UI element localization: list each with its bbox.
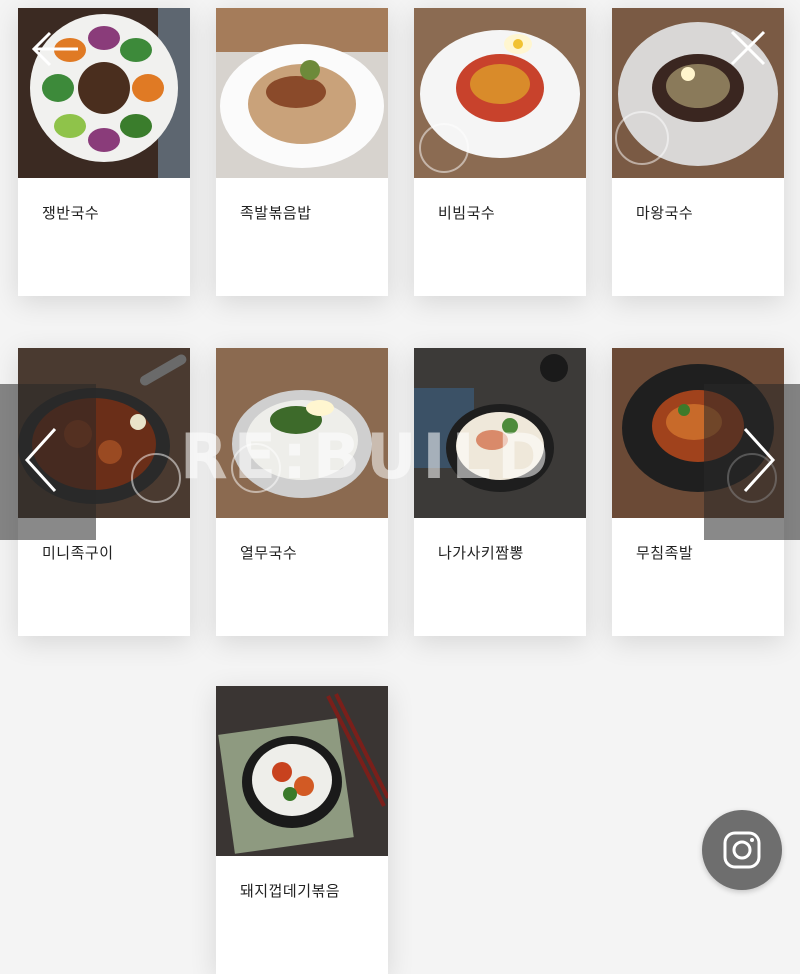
menu-item-name: 마왕국수 [636, 204, 694, 222]
menu-card[interactable]: 돼지껍데기볶음 [216, 686, 388, 974]
menu-photo [216, 686, 388, 856]
instagram-icon [723, 831, 761, 869]
watermark-text: RE:BUILD [180, 420, 555, 493]
menu-photo [216, 8, 388, 178]
close-icon [730, 30, 766, 66]
menu-item-name: 돼지껍데기볶음 [240, 882, 341, 900]
menu-card[interactable]: 족발볶음밥 [216, 8, 388, 296]
instagram-button[interactable] [702, 810, 782, 890]
menu-item-name: 무침족발 [636, 544, 694, 562]
close-button[interactable] [722, 22, 774, 74]
menu-item-name: 미니족구이 [42, 544, 114, 562]
prev-button[interactable] [14, 420, 68, 500]
menu-item-name: 나가사키짬뽕 [438, 544, 524, 562]
menu-item-name: 열무국수 [240, 544, 298, 562]
menu-card[interactable]: 비빔국수 [414, 8, 586, 296]
menu-item-name: 족발볶음밥 [240, 204, 312, 222]
menu-item-name: 쟁반국수 [42, 204, 100, 222]
chevron-left-icon [24, 427, 57, 493]
chevron-right-icon [743, 427, 776, 493]
menu-photo [414, 8, 586, 178]
next-button[interactable] [732, 420, 786, 500]
back-button[interactable] [26, 24, 82, 74]
arrow-left-icon [31, 31, 78, 67]
menu-item-name: 비빔국수 [438, 204, 496, 222]
